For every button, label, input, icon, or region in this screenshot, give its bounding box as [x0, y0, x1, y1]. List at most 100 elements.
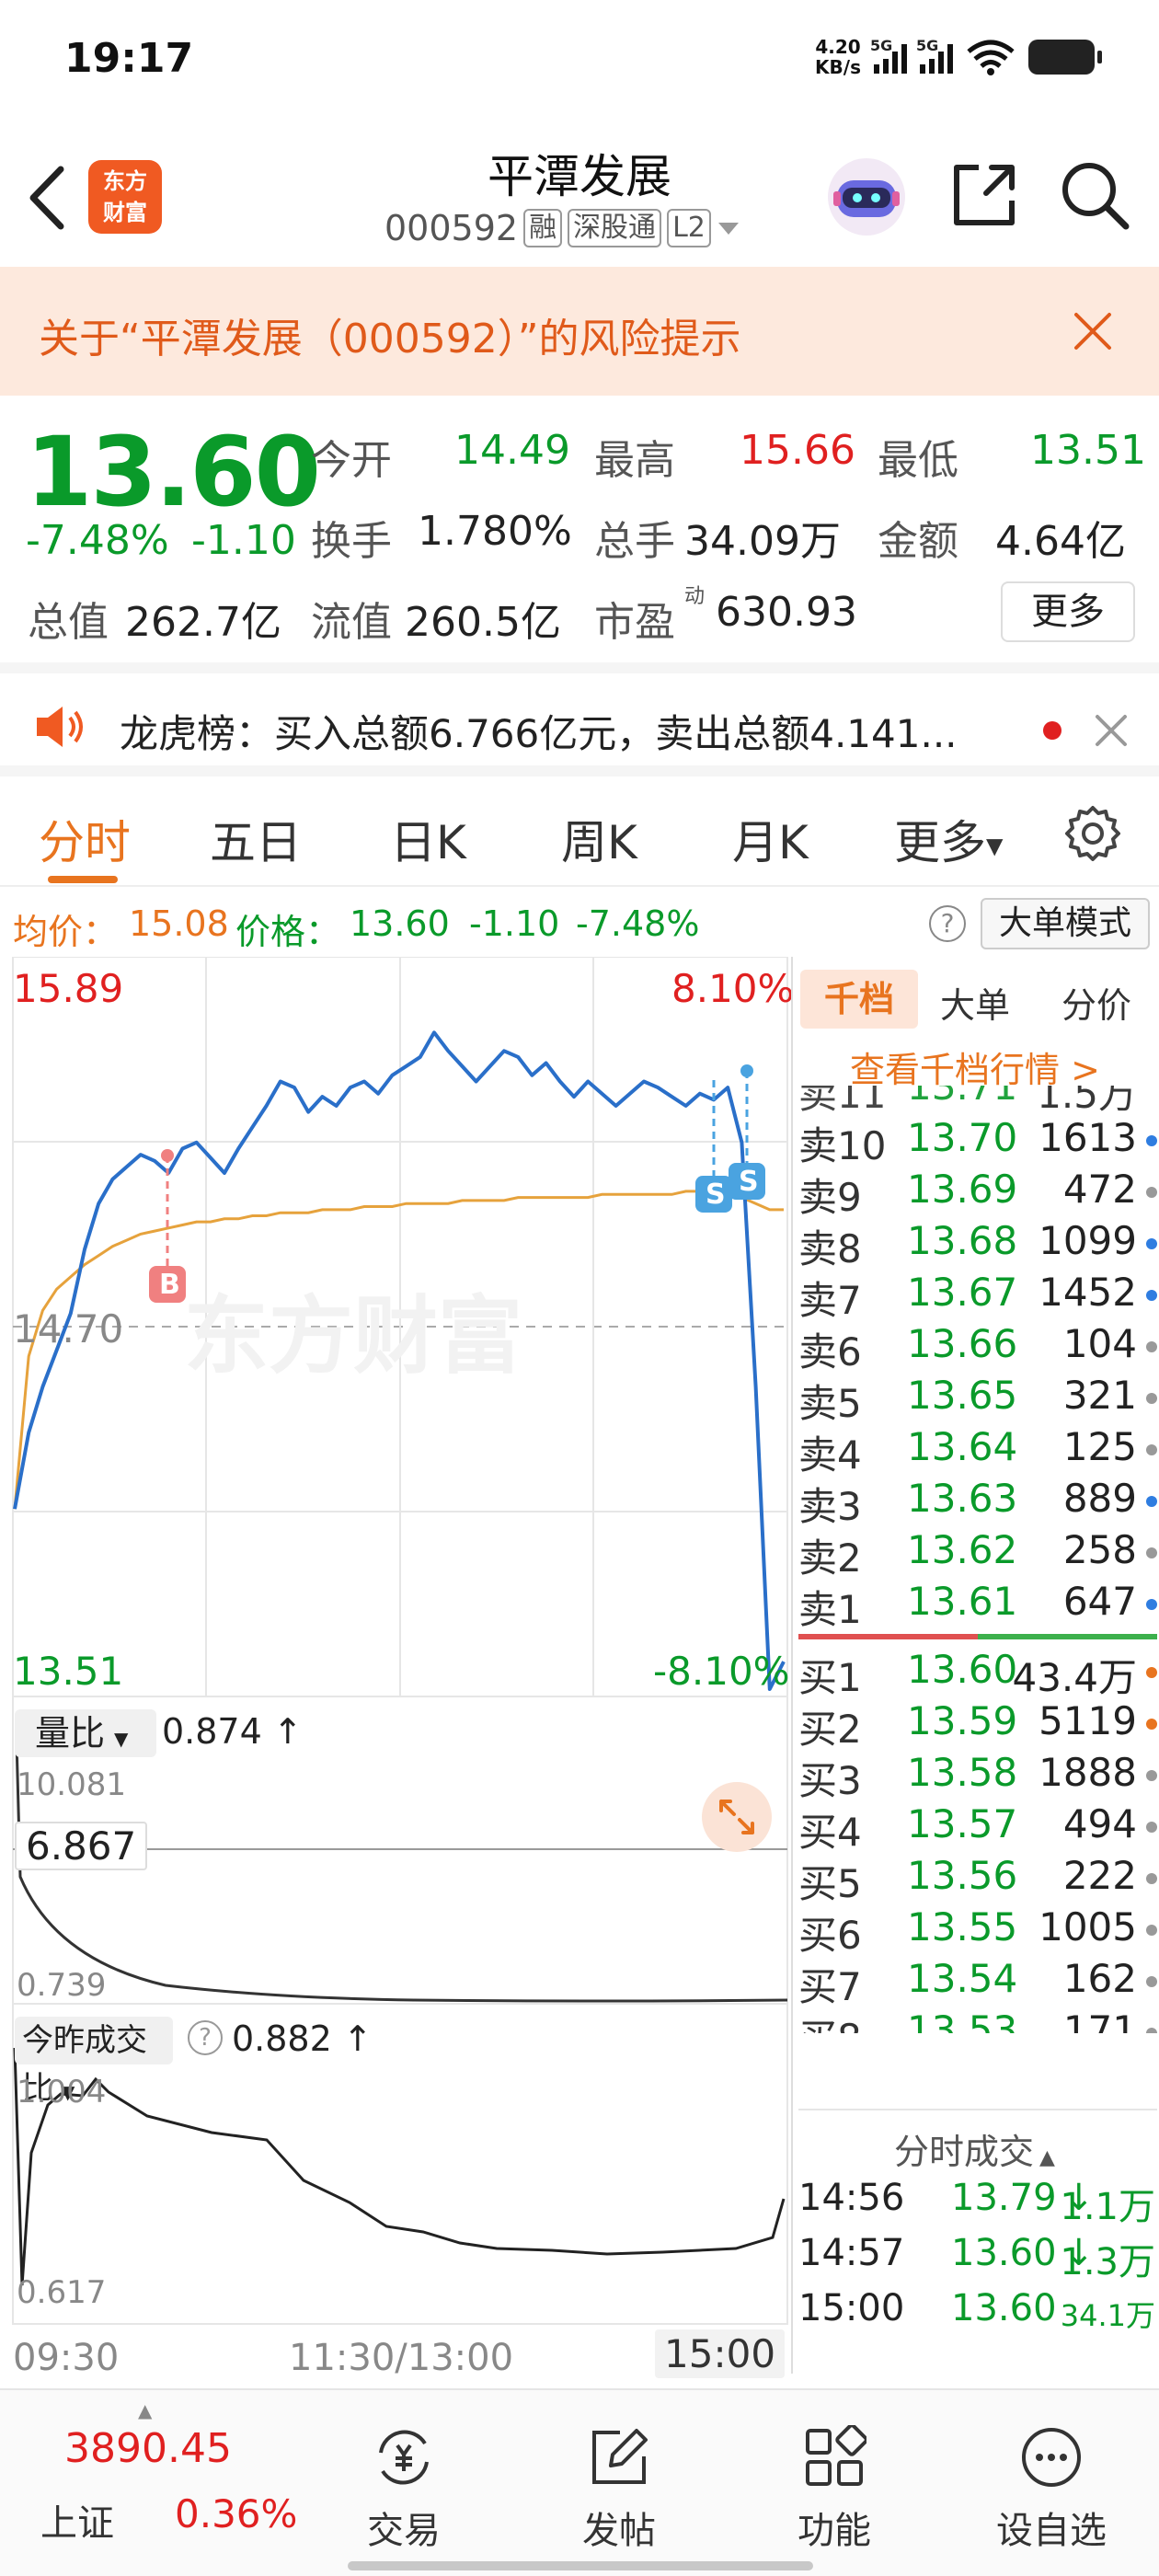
- ask-vol: 321: [1062, 1373, 1137, 1418]
- ask-row[interactable]: 卖10 13.70 1613: [798, 1115, 1157, 1168]
- tab-price-split[interactable]: 分价: [1061, 977, 1131, 1028]
- index-name: 上证: [40, 2502, 114, 2545]
- tab-big-order[interactable]: 大单: [940, 977, 1010, 1028]
- volume-compare-selector[interactable]: 今昨成交比 ▼: [15, 2017, 173, 2107]
- open-field: 今开: [311, 427, 392, 486]
- intraday-chart-area[interactable]: 东方财富 B S S 15.89 8.10% 14.70 13.51 -8.10…: [0, 957, 794, 2383]
- nav-post[interactable]: 发帖: [550, 2425, 688, 2554]
- bid-row[interactable]: 买7 13.54 162: [798, 1956, 1157, 2009]
- bid-row[interactable]: 买1 13.60 43.4万: [798, 1647, 1157, 1700]
- trades-title[interactable]: 分时成交 ▲: [894, 2123, 1055, 2174]
- change-percent: -7.48%: [26, 517, 169, 564]
- close-icon[interactable]: [1095, 714, 1128, 747]
- ask-vol: 647: [1062, 1579, 1137, 1624]
- ask-vol: 1452: [1039, 1270, 1137, 1315]
- y-axis-max: 15.89: [13, 966, 124, 1011]
- pe-field: 市盈: [594, 589, 675, 648]
- stock-code-row[interactable]: 000592 融 深股通 L2: [384, 208, 740, 248]
- tab-weekly-k[interactable]: 周K: [561, 806, 637, 872]
- tab-daily-k[interactable]: 日K: [390, 806, 466, 872]
- trade-row[interactable]: 14:56 13.79 ↓ 1.1万: [798, 2177, 1157, 2230]
- ask-row[interactable]: 卖4 13.64 125: [798, 1424, 1157, 1478]
- nav-add-watchlist[interactable]: 设自选: [982, 2425, 1120, 2554]
- robot-assistant-icon[interactable]: [824, 155, 909, 239]
- ask-row[interactable]: 卖2 13.62 258: [798, 1527, 1157, 1581]
- nav-post-label: 发帖: [582, 2510, 656, 2552]
- low-label: 最低: [878, 437, 958, 484]
- volume-compare-line: [13, 2047, 786, 2286]
- expand-icon[interactable]: [699, 1779, 775, 1855]
- ask-label: 卖4: [798, 1432, 862, 1478]
- close-icon[interactable]: [1073, 311, 1113, 351]
- bid-row[interactable]: 买2 13.59 5119: [798, 1698, 1157, 1752]
- bid-vol: 5119: [1039, 1698, 1137, 1743]
- float-field: 流值: [311, 589, 392, 648]
- volume-ratio-line: [15, 1740, 788, 2003]
- view-thousand-level-link[interactable]: 查看千档行情 >: [850, 1041, 1100, 1092]
- ask-row[interactable]: 卖9 13.69 472: [798, 1167, 1157, 1220]
- tab-thousand-level[interactable]: 千档: [800, 970, 918, 1029]
- ask-row[interactable]: 卖6 13.66 104: [798, 1321, 1157, 1374]
- order-book-list[interactable]: 卖11 13.71 1.5万 卖10 13.70 1613 卖9 13.69 472 卖8 13.6…: [793, 1086, 1159, 2033]
- nav-trade[interactable]: 交易: [335, 2425, 473, 2554]
- trade-row[interactable]: 14:57 13.60 ↓ 1.3万: [798, 2232, 1157, 2285]
- ask-row[interactable]: 卖5 13.65 321: [798, 1373, 1157, 1426]
- more-button[interactable]: 更多: [1001, 581, 1135, 642]
- turnover-value: 1.780%: [418, 508, 572, 555]
- turnover-label: 换手: [311, 518, 392, 565]
- help-icon[interactable]: ?: [188, 2020, 223, 2055]
- network-speed-value: 4.20: [815, 36, 861, 58]
- bid-row[interactable]: 买3 13.58 1888: [798, 1750, 1157, 1803]
- ask-label: 卖6: [798, 1329, 862, 1374]
- dragon-tiger-text[interactable]: 龙虎榜：买入总额6.766亿元，卖出总额4.141...: [120, 703, 958, 759]
- volume-ratio-selector[interactable]: 量比 ▼: [15, 1709, 156, 1757]
- order-source-dot: [1146, 1822, 1157, 1833]
- bid-row[interactable]: 买5 13.56 222: [798, 1853, 1157, 1906]
- bid-label: 买3: [798, 1758, 862, 1803]
- bid-row[interactable]: 买4 13.57 494: [798, 1801, 1157, 1855]
- big-order-mode-button[interactable]: 大单模式: [981, 898, 1150, 949]
- low-value: 13.51: [1030, 427, 1146, 474]
- ask-row[interactable]: 卖11 13.71 1.5万: [798, 1086, 1157, 1117]
- nav-functions[interactable]: 功能: [765, 2423, 903, 2554]
- tab-monthly-k[interactable]: 月K: [732, 806, 809, 872]
- dropdown-triangle-icon: [717, 223, 739, 235]
- home-indicator[interactable]: [348, 2561, 813, 2570]
- status-bar: 19:17 4.20 KB/s 5G 5G: [0, 0, 1159, 129]
- nav-trade-label: 交易: [367, 2510, 441, 2552]
- bid-row[interactable]: 买8 13.53 171: [798, 2007, 1157, 2033]
- tab-more[interactable]: 更多▼: [894, 806, 1003, 872]
- volume-field: 总手: [594, 508, 675, 567]
- ask-price: 13.71: [907, 1086, 1018, 1109]
- ask-row[interactable]: 卖3 13.63 889: [798, 1476, 1157, 1529]
- risk-warning-banner[interactable]: 关于“平潭发展（000592）”的风险提示: [0, 267, 1159, 396]
- help-icon[interactable]: ?: [929, 905, 966, 942]
- chevron-up-icon: ▲: [1039, 2146, 1055, 2169]
- high-field: 最高: [594, 427, 675, 486]
- gear-icon[interactable]: [1063, 804, 1122, 863]
- ask-label: 卖3: [798, 1484, 862, 1529]
- ask-row[interactable]: 卖1 13.61 647: [798, 1579, 1157, 1632]
- bid-vol: 171: [1062, 2007, 1137, 2033]
- tab-intraday[interactable]: 分时: [39, 806, 131, 872]
- active-tab-indicator: [48, 876, 118, 883]
- float-value: 260.5亿: [405, 599, 561, 646]
- ask-price: 13.67: [907, 1270, 1018, 1315]
- ask-row[interactable]: 卖8 13.68 1099: [798, 1218, 1157, 1271]
- risk-warning-text[interactable]: 关于“平潭发展（000592）”的风险提示: [39, 305, 741, 364]
- index-value[interactable]: 3890.45: [64, 2425, 232, 2472]
- avg-price-label: 均价：: [13, 912, 119, 952]
- unread-dot: [1043, 721, 1061, 740]
- bid-row[interactable]: 买6 13.55 1005: [798, 1904, 1157, 1958]
- ask-label: 卖7: [798, 1278, 862, 1323]
- ask-vol: 1099: [1039, 1218, 1137, 1263]
- search-icon[interactable]: [1058, 158, 1131, 232]
- share-icon[interactable]: [949, 160, 1019, 230]
- tab-five-day[interactable]: 五日: [210, 806, 302, 872]
- low-field: 最低: [878, 427, 958, 486]
- dragon-tiger-banner[interactable]: 龙虎榜：买入总额6.766亿元，卖出总额4.141...: [0, 662, 1159, 776]
- trade-row[interactable]: 15:00 13.60 34.1万: [798, 2287, 1157, 2340]
- trade-volume: 34.1万: [1060, 2298, 1155, 2333]
- ask-row[interactable]: 卖7 13.67 1452: [798, 1270, 1157, 1323]
- order-source-dot: [1146, 1719, 1157, 1730]
